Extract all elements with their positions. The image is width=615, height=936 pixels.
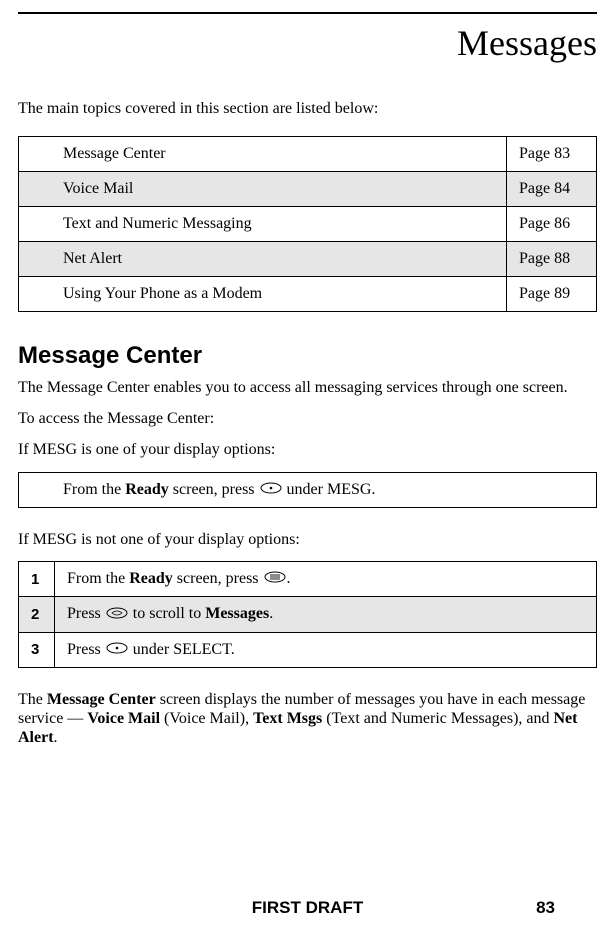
step-number: 1 — [19, 562, 55, 597]
text-bold: Ready — [125, 481, 169, 498]
text: Press — [67, 641, 105, 658]
topic-name: Message Center — [19, 137, 507, 172]
top-rule — [18, 12, 597, 14]
text: (Text and Numeric Messages), and — [322, 710, 553, 727]
topic-page: Page 83 — [507, 137, 597, 172]
footer-label: FIRST DRAFT — [252, 898, 363, 917]
paragraph: To access the Message Center: — [18, 409, 597, 428]
paragraph: If MESG is not one of your display optio… — [18, 530, 597, 549]
text: under SELECT. — [129, 641, 235, 658]
text-bold: Messages — [205, 605, 269, 622]
text: . — [269, 605, 273, 622]
table-row: Net Alert Page 88 — [19, 242, 597, 277]
footer-page-number: 83 — [536, 898, 555, 918]
topic-name: Voice Mail — [19, 172, 507, 207]
text: From the — [67, 570, 129, 587]
paragraph: The Message Center screen displays the n… — [18, 690, 597, 748]
step-number: 3 — [19, 632, 55, 667]
table-row: 3 Press under SELECT. — [19, 632, 597, 667]
text: From the — [63, 481, 125, 498]
menu-key-icon — [264, 570, 286, 588]
instruction-cell: Press under SELECT. — [55, 632, 597, 667]
topic-page: Page 86 — [507, 207, 597, 242]
topic-name: Text and Numeric Messaging — [19, 207, 507, 242]
table-row: Using Your Phone as a Modem Page 89 — [19, 277, 597, 312]
footer: FIRST DRAFT 83 — [0, 898, 615, 918]
topic-name: Net Alert — [19, 242, 507, 277]
text: screen, press — [169, 481, 259, 498]
table-row: Voice Mail Page 84 — [19, 172, 597, 207]
instruction-cell: From the Ready screen, press . — [55, 562, 597, 597]
text: screen, press — [173, 570, 263, 587]
text: Press — [67, 605, 105, 622]
topics-table: Message Center Page 83 Voice Mail Page 8… — [18, 136, 597, 312]
text-bold: Ready — [129, 570, 173, 587]
instruction-cell: Press to scroll to Messages. — [55, 597, 597, 632]
chapter-title: Messages — [18, 22, 597, 64]
softkey-icon — [260, 481, 282, 499]
text: The — [18, 691, 47, 708]
softkey-icon — [106, 641, 128, 659]
intro-text: The main topics covered in this section … — [18, 100, 597, 118]
text: under MESG. — [283, 481, 376, 498]
topic-name: Using Your Phone as a Modem — [19, 277, 507, 312]
paragraph: The Message Center enables you to access… — [18, 378, 597, 397]
topic-page: Page 88 — [507, 242, 597, 277]
table-row: Text and Numeric Messaging Page 86 — [19, 207, 597, 242]
table-row: From the Ready screen, press under MESG. — [19, 472, 597, 507]
scroll-key-icon — [106, 606, 128, 624]
text: . — [287, 570, 291, 587]
text: to scroll to — [129, 605, 205, 622]
instruction-table-single: From the Ready screen, press under MESG. — [18, 472, 597, 508]
text: . — [54, 729, 58, 746]
topic-page: Page 84 — [507, 172, 597, 207]
instruction-table-steps: 1 From the Ready screen, press . 2 Press… — [18, 561, 597, 668]
section-heading: Message Center — [18, 342, 597, 370]
paragraph: If MESG is one of your display options: — [18, 440, 597, 459]
table-row: 2 Press to scroll to Messages. — [19, 597, 597, 632]
text: (Voice Mail), — [160, 710, 253, 727]
text-bold: Text Msgs — [253, 710, 322, 727]
table-row: Message Center Page 83 — [19, 137, 597, 172]
table-row: 1 From the Ready screen, press . — [19, 562, 597, 597]
step-number: 2 — [19, 597, 55, 632]
instruction-cell: From the Ready screen, press under MESG. — [19, 472, 597, 507]
topic-page: Page 89 — [507, 277, 597, 312]
text-bold: Voice Mail — [87, 710, 160, 727]
text-bold: Message Center — [47, 691, 156, 708]
